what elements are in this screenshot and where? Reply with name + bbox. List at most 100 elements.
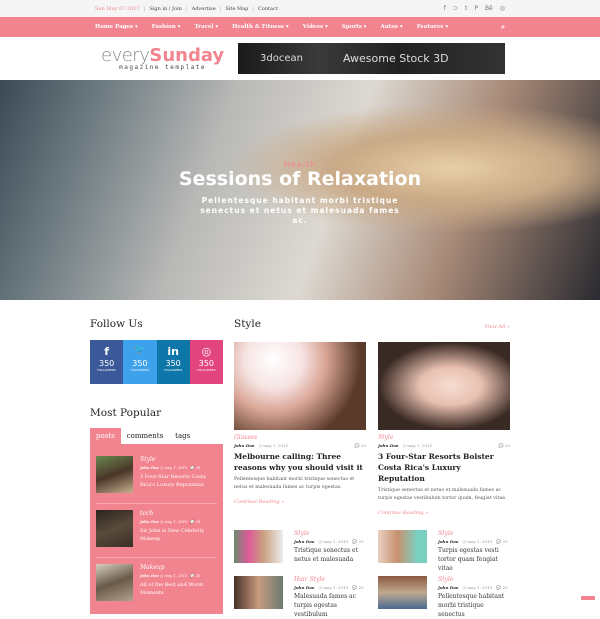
follower-count: 350 <box>165 359 181 368</box>
post-thumbnail[interactable] <box>378 576 427 609</box>
follower-count: 350 <box>98 359 115 368</box>
post-category[interactable]: Style <box>294 530 366 537</box>
section-title: Style <box>234 318 261 330</box>
twitter-follow-button[interactable]: 🐦 350 FOLLOWERS <box>123 340 157 384</box>
hero-title[interactable]: Sessions of Relaxation <box>0 168 600 190</box>
list-item[interactable]: Style John Doe ◷ may 1, 2015 💬 20 3 Four… <box>96 450 217 504</box>
twitter-icon[interactable]: t <box>465 5 467 12</box>
tab-tags[interactable]: tags <box>169 428 196 444</box>
pinterest-icon[interactable]: P <box>474 5 478 12</box>
post-meta: John Doe ◷ may 1, 2015 💬 20 <box>294 585 364 590</box>
nav-autos[interactable]: Autos ▾ <box>380 24 402 30</box>
nav-health-fitness[interactable]: Health & Fitness ▾ <box>232 24 289 30</box>
post-category[interactable]: Style <box>438 530 510 537</box>
article-category[interactable]: Style <box>378 434 510 441</box>
banner-brand: 3docean <box>260 53 303 64</box>
post-thumbnail[interactable] <box>96 564 133 601</box>
article-card: Style John Doe ◷ may 1, 2015 💬 20 3 Four-S… <box>378 342 510 516</box>
nav-features[interactable]: Features ▾ <box>417 24 448 30</box>
post-category[interactable]: Makeup <box>140 564 217 571</box>
linkedin-follow-button[interactable]: in 350 FOLLOWERS <box>156 340 190 384</box>
sign-in-link[interactable]: Sign in / Join <box>149 6 182 12</box>
article-image[interactable] <box>234 342 366 430</box>
post-meta: John Doe ◷ may 1, 2015 💬 20 <box>294 539 364 544</box>
nav-videos[interactable]: Videos ▾ <box>303 24 328 30</box>
post-title[interactable]: Malesuada fames ac turpis egestas vestib… <box>294 592 366 619</box>
post-thumbnail[interactable] <box>234 576 283 609</box>
article-excerpt: Tristique senectus et netus et malesuada… <box>378 488 507 501</box>
post-category[interactable]: Style <box>140 456 217 463</box>
contact-link[interactable]: Contact <box>258 6 278 12</box>
list-item: Style John Doe ◷ may 1, 2015 💬 20 Pellentesq… <box>378 576 510 618</box>
followers-label: FOLLOWERS <box>130 368 150 372</box>
advertise-link[interactable]: Advertise <box>192 6 216 12</box>
hero-slider[interactable]: Health Sessions of Relaxation Pellentesq… <box>0 80 600 300</box>
current-date: Sun May 07 2017 <box>95 5 140 12</box>
post-title[interactable]: Pellentesque habitant morbi tristique se… <box>438 592 510 619</box>
post-thumbnail[interactable] <box>96 456 133 493</box>
article-excerpt: Pellentesque habitant morbi tristique se… <box>234 477 355 490</box>
facebook-icon[interactable]: f <box>444 5 446 12</box>
view-all-link[interactable]: View All » <box>485 324 510 330</box>
list-item: Style John Doe ◷ may 1, 2015 💬 20 Turpis ege… <box>378 530 510 572</box>
followers-label: FOLLOWERS <box>197 368 216 372</box>
rss-icon[interactable]: ⊃ <box>453 5 458 12</box>
behance-icon[interactable]: Bē <box>485 5 493 12</box>
post-thumbnail[interactable] <box>96 510 133 547</box>
post-title[interactable]: 3 Four-Star Resorts Costa Rica's Luxury … <box>140 473 217 489</box>
nav-fashion[interactable]: Fashion ▾ <box>152 24 181 30</box>
logo-sunday: Sunday <box>149 45 225 66</box>
nav-home-pages[interactable]: Home Pages ▾ <box>95 24 138 30</box>
followers-label: FOLLOWERS <box>97 368 116 372</box>
article-meta: John Doe ◷ may 1, 2015 💬 20 <box>378 443 510 448</box>
ad-banner[interactable]: 3docean Awesome Stock 3D <box>238 43 505 74</box>
most-popular-title: Most Popular <box>90 407 162 419</box>
article-title[interactable]: 3 Four-Star Resorts Bolster Costa Rica's… <box>378 451 510 484</box>
list-item: Style John Doe ◷ may 1, 2015 💬 20 Tristique … <box>234 530 366 566</box>
instagram-icon[interactable]: ◎ <box>500 5 505 12</box>
follower-count: 350 <box>132 359 148 368</box>
site-map-link[interactable]: Site Map <box>225 6 248 12</box>
post-category[interactable]: Style <box>438 576 510 583</box>
facebook-follow-button[interactable]: f 350 FOLLOWERS <box>90 340 124 384</box>
post-thumbnail[interactable] <box>234 530 283 563</box>
continue-reading-link[interactable]: Continue Reading » <box>378 510 510 516</box>
hero-text: Pellentesque habitant morbi tristique se… <box>200 196 400 225</box>
most-popular-widget: Most Popular posts comments tags Style J… <box>90 407 223 614</box>
tab-posts[interactable]: posts <box>90 428 121 444</box>
list-item[interactable]: Makeup John Doe ◷ may 1, 2015 💬 20 All o… <box>96 558 217 612</box>
banner-text: Awesome Stock 3D <box>342 52 449 65</box>
post-category[interactable]: tech <box>140 510 217 517</box>
back-to-top-button[interactable] <box>581 596 595 600</box>
post-thumbnail[interactable] <box>378 530 427 563</box>
followers-label: FOLLOWERS <box>163 368 183 372</box>
post-title[interactable]: Tristique senectus et netus et malesuada <box>294 546 366 564</box>
article-card: Glasses John Doe ◷ may 1, 2015 💬 20 Melbou… <box>234 342 366 516</box>
article-title[interactable]: Melbourne calling: Three reasons why you… <box>234 451 366 473</box>
post-category[interactable]: Hair Style <box>294 576 366 583</box>
post-title[interactable]: Sir John is New Celebrity Makeup <box>140 527 217 543</box>
logo-every: every <box>101 45 150 66</box>
top-bar: Sun May 07 2017 | Sign in / Join | Adverti… <box>0 0 600 17</box>
follower-count: 350 <box>198 359 215 368</box>
article-category[interactable]: Glasses <box>234 434 366 441</box>
post-meta: John Doe ◷ may 1, 2015 💬 20 <box>140 574 201 578</box>
dribbble-follow-button[interactable]: ◎ 350 FOLLOWERS <box>189 340 223 384</box>
nav-sports[interactable]: Sports ▾ <box>342 24 367 30</box>
follow-us-title: Follow Us <box>90 318 143 330</box>
site-logo[interactable]: everySunday magazine template <box>101 45 224 71</box>
search-icon[interactable]: ⌕ <box>501 23 505 32</box>
continue-reading-link[interactable]: Continue Reading » <box>234 499 366 505</box>
twitter-icon: 🐦 <box>134 345 146 355</box>
post-meta: John Doe ◷ may 1, 2015 💬 20 <box>438 585 508 590</box>
post-meta: John Doe ◷ may 1, 2015 💬 20 <box>140 466 201 470</box>
nav-travel[interactable]: Travel ▾ <box>194 24 218 30</box>
post-title[interactable]: All of the Best and Worst Moments <box>140 581 217 597</box>
post-title[interactable]: Turpis egestas vesti tortor quam feugiat… <box>438 546 510 573</box>
facebook-icon: f <box>104 345 110 358</box>
article-image[interactable] <box>378 342 510 430</box>
main-nav: Home Pages ▾ Fashion ▾ Travel ▾ Health &… <box>0 17 600 37</box>
article-meta: John Doe ◷ may 1, 2015 💬 20 <box>234 443 366 448</box>
list-item[interactable]: tech John Doe ◷ may 1, 2015 💬 20 Sir Joh… <box>96 504 217 558</box>
tab-comments[interactable]: comments <box>121 428 169 444</box>
